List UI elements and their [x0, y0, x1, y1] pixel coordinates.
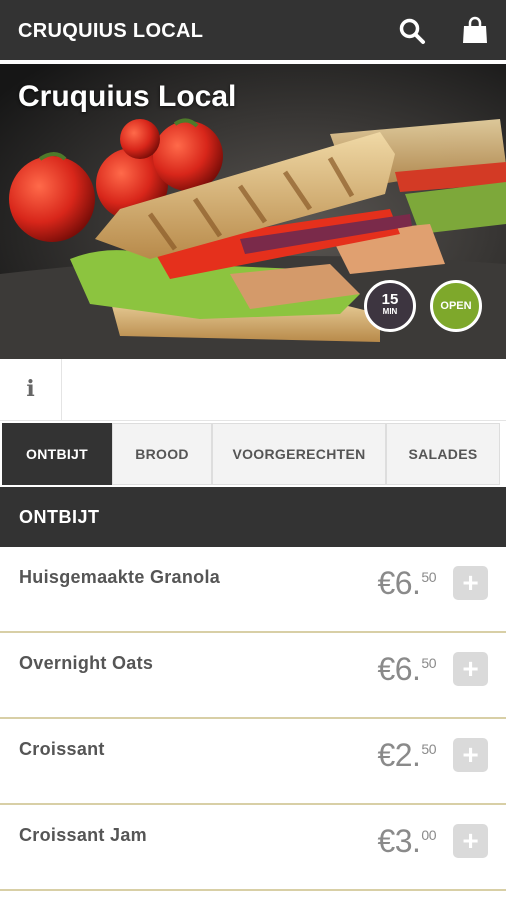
- delivery-time-value: 15: [381, 291, 399, 308]
- delivery-time-badge: 15 MIN: [364, 280, 416, 332]
- add-to-cart-button[interactable]: +: [453, 566, 488, 600]
- menu-item-price: €3.00: [377, 823, 436, 860]
- info-icon[interactable]: i: [0, 359, 62, 420]
- brand-name[interactable]: CRUQUIUS LOCAL: [18, 20, 203, 43]
- menu-item[interactable]: Huisgemaakte Granola €6.50 +: [0, 547, 506, 633]
- delivery-time-unit: MIN: [382, 307, 398, 316]
- price-cents: 50: [421, 569, 436, 585]
- price-main: €2.: [377, 737, 421, 773]
- menu-item-price: €2.50: [377, 737, 436, 774]
- info-bar: i: [0, 359, 506, 421]
- category-tabs: ONTBIJT BROOD VOORGERECHTEN SALADES: [0, 421, 506, 487]
- menu-item-name: Huisgemaakte Granola: [19, 567, 221, 587]
- menu-item-name: Croissant: [19, 739, 105, 759]
- tab-brood[interactable]: BROOD: [112, 423, 212, 485]
- menu-item-name: Overnight Oats: [19, 653, 154, 673]
- add-to-cart-button[interactable]: +: [453, 652, 488, 686]
- search-icon[interactable]: [397, 16, 427, 46]
- tab-voorgerechten[interactable]: VOORGERECHTEN: [212, 423, 386, 485]
- price-cents: 00: [421, 827, 436, 843]
- menu-item-name: Croissant Jam: [19, 825, 147, 845]
- menu-item-price: €6.50: [377, 565, 436, 602]
- section-title: ONTBIJT: [0, 487, 506, 547]
- price-main: €6.: [377, 651, 421, 687]
- top-bar: CRUQUIUS LOCAL: [0, 0, 506, 62]
- tab-salades[interactable]: SALADES: [386, 423, 500, 485]
- price-main: €3.: [377, 823, 421, 859]
- open-status-label: OPEN: [440, 300, 472, 312]
- hero-banner: Cruquius Local 15 MIN OPEN: [0, 64, 506, 359]
- price-cents: 50: [421, 741, 436, 757]
- open-status-badge: OPEN: [430, 280, 482, 332]
- menu-item[interactable]: Croissant Jam €3.00 +: [0, 805, 506, 891]
- price-main: €6.: [377, 565, 421, 601]
- tab-ontbijt[interactable]: ONTBIJT: [2, 423, 112, 485]
- restaurant-title: Cruquius Local: [18, 80, 237, 113]
- add-to-cart-button[interactable]: +: [453, 824, 488, 858]
- price-cents: 50: [421, 655, 436, 671]
- menu-item-price: €6.50: [377, 651, 436, 688]
- menu-item[interactable]: Overnight Oats €6.50 +: [0, 633, 506, 719]
- menu-item[interactable]: Croissant €2.50 +: [0, 719, 506, 805]
- shopping-bag-icon[interactable]: [460, 16, 490, 46]
- add-to-cart-button[interactable]: +: [453, 738, 488, 772]
